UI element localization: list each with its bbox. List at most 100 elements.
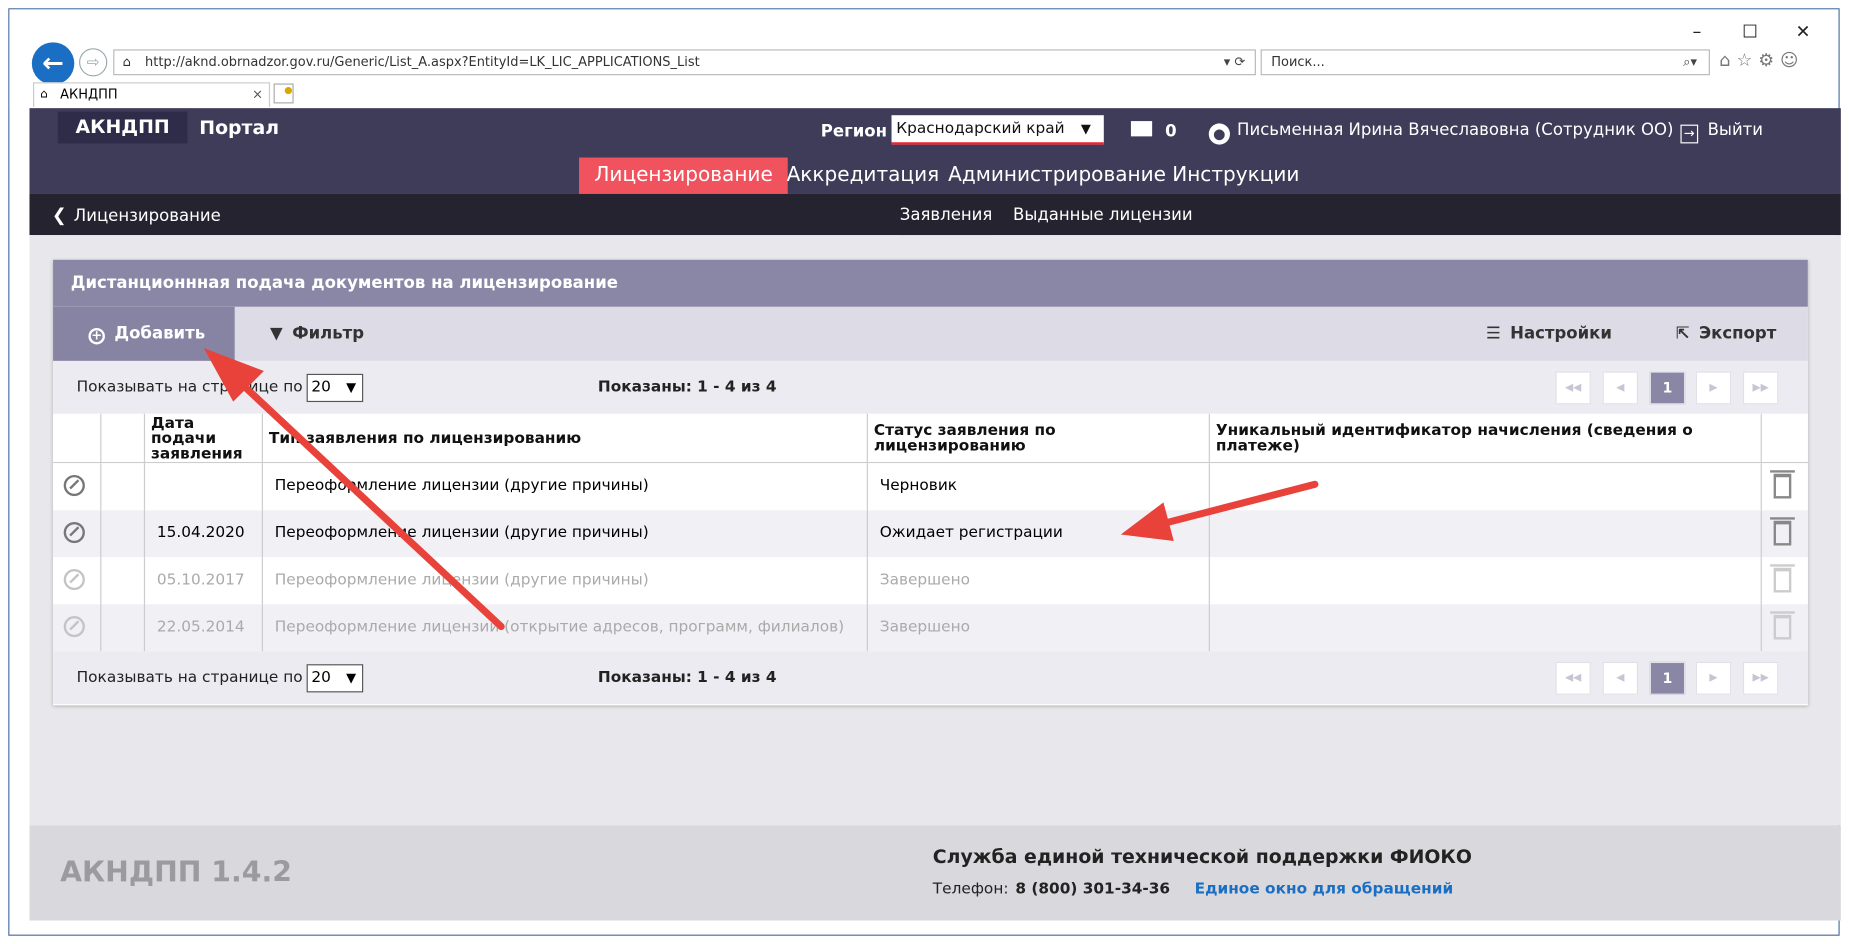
mail-icon[interactable] <box>1130 121 1153 137</box>
menu-administration[interactable]: Администрирование <box>933 158 1182 194</box>
region-select[interactable]: Краснодарский край ▼ <box>891 115 1104 145</box>
prev-page-button[interactable]: ◀ <box>1602 661 1639 695</box>
address-bar[interactable]: ⌂ http://aknd.obrnadzor.gov.ru/Generic/L… <box>113 49 1256 76</box>
cell-date: 05.10.2017 <box>145 557 263 605</box>
cell-date: 15.04.2020 <box>145 510 263 558</box>
tab-favicon-icon: ⌂ <box>40 88 48 102</box>
col-date[interactable]: Дата подачи заявления <box>145 413 263 464</box>
cell-type: Переоформление лицензии (другие причины) <box>263 557 868 605</box>
panel-toolbar: + Добавить ▼ Фильтр ☰ Настройки ⇱ Экспорт <box>53 306 1808 361</box>
export-button[interactable]: ⇱ Экспорт <box>1676 307 1777 361</box>
mail-count[interactable]: 0 <box>1165 120 1176 144</box>
edit-icon[interactable] <box>63 616 85 638</box>
cell-icon <box>101 604 146 652</box>
edit-icon[interactable] <box>63 521 85 544</box>
browser-search-input[interactable]: Поиск... ⌕▾ <box>1260 49 1710 76</box>
cell-status: Ожидает регистрации <box>868 510 1210 558</box>
cell-uin <box>1210 463 1762 511</box>
browser-window: – ☐ ✕ ← ⇨ ⌂ http://aknd.obrnadzor.gov.ru… <box>8 8 1841 936</box>
user-name: Письменная Ирина Вячеславовна (Сотрудник… <box>1237 121 1674 140</box>
user-profile[interactable]: ● Письменная Ирина Вячеславовна (Сотрудни… <box>1208 118 1674 145</box>
minimize-button[interactable]: – <box>1679 21 1714 42</box>
browser-chrome: – ☐ ✕ ← ⇨ ⌂ http://aknd.obrnadzor.gov.ru… <box>9 9 1839 109</box>
portal-header: АКНДПП Портал Регион Краснодарский край … <box>29 108 1841 194</box>
filter-button[interactable]: ▼ Фильтр <box>270 307 364 361</box>
menu-accreditation[interactable]: Аккредитация <box>771 158 954 194</box>
cell-action <box>53 604 102 652</box>
close-window-button[interactable]: ✕ <box>1785 21 1820 42</box>
table-row[interactable]: e✺ 15.04.2020 Переоформление лицензии (д… <box>53 510 1808 558</box>
back-arrow-icon[interactable]: ← <box>31 42 75 85</box>
col-delete <box>1762 414 1808 463</box>
cell-action <box>53 557 102 605</box>
filter-icon: ▼ <box>270 324 283 344</box>
pagination-bottom: Показывать на странице по 20 ▼ Показаны: … <box>53 651 1808 705</box>
prev-page-button[interactable]: ◀ <box>1602 371 1639 405</box>
address-dropdown-icon[interactable]: ▾ ⟳ <box>1224 51 1246 75</box>
shown-count: Показаны: 1 - 4 из 4 <box>597 668 777 687</box>
trash-icon[interactable] <box>1770 470 1795 499</box>
region-label: Регион <box>820 122 888 142</box>
url-text: http://aknd.obrnadzor.gov.ru/Generic/Lis… <box>145 54 700 70</box>
tab-close-icon[interactable]: × <box>252 83 263 107</box>
cell-status: Завершено <box>868 557 1210 605</box>
user-icon: ● <box>1208 123 1230 145</box>
applications-panel: Дистанционнная подача документов на лице… <box>53 259 1808 706</box>
trash-icon[interactable] <box>1770 564 1795 593</box>
cell-uin <box>1210 604 1762 652</box>
col-type[interactable]: Тип заявления по лицензированию <box>263 413 868 464</box>
cell-action <box>53 463 102 511</box>
trash-icon[interactable] <box>1770 611 1795 640</box>
single-window-link[interactable]: Единое окно для обращений <box>1195 879 1454 900</box>
table-row[interactable]: 22.05.2014 Переоформление лицензии (откр… <box>53 604 1808 652</box>
last-page-button[interactable]: ▶▶ <box>1742 371 1779 405</box>
next-page-button[interactable]: ▶ <box>1695 371 1732 405</box>
new-tab-icon[interactable]: ● <box>273 83 294 104</box>
menu-instructions[interactable]: Инструкции <box>1157 158 1315 194</box>
trash-icon[interactable] <box>1770 517 1795 546</box>
per-page-select[interactable]: 20 ▼ <box>306 373 364 403</box>
tab-applications[interactable]: Заявления <box>899 203 993 239</box>
back-label: Лицензирование <box>73 206 221 226</box>
current-page[interactable]: 1 <box>1649 371 1686 405</box>
chevron-down-icon: ▼ <box>346 379 357 395</box>
cell-uin <box>1210 557 1762 605</box>
per-page-label: Показывать на странице по <box>76 668 303 687</box>
last-page-button[interactable]: ▶▶ <box>1742 661 1779 695</box>
site-icon: ⌂ <box>122 54 131 70</box>
edit-icon[interactable] <box>63 474 85 497</box>
col-uin[interactable]: Уникальный идентификатор начисления (све… <box>1210 413 1762 464</box>
logo[interactable]: АКНДПП <box>57 111 188 144</box>
portal-link[interactable]: Портал <box>199 113 279 144</box>
browser-toolbar-icons[interactable]: ⌂☆⚙☺ <box>1719 49 1804 70</box>
edit-icon[interactable] <box>63 568 85 591</box>
back-link[interactable]: ❮ Лицензирование <box>52 203 221 228</box>
cell-type: Переоформление лицензии (другие причины) <box>263 463 868 511</box>
tab-title: АКНДПП <box>60 86 118 103</box>
first-page-button[interactable]: ◀◀ <box>1555 371 1591 405</box>
menu-licensing[interactable]: Лицензирование <box>579 157 789 194</box>
search-icon[interactable]: ⌕▾ <box>1683 51 1697 75</box>
list-icon: ☰ <box>1485 324 1501 344</box>
phone-label: Телефон: <box>932 880 1009 899</box>
per-page-select[interactable]: 20 ▼ <box>306 664 364 693</box>
first-page-button[interactable]: ◀◀ <box>1555 661 1591 695</box>
col-status[interactable]: Статус заявления по лицензированию <box>868 413 1210 464</box>
current-page[interactable]: 1 <box>1649 661 1686 695</box>
add-button[interactable]: + Добавить <box>53 306 235 361</box>
cell-action <box>53 510 102 558</box>
browser-tab[interactable]: ⌂ АКНДПП × <box>33 82 271 107</box>
tab-issued-licenses[interactable]: Выданные лицензии <box>1013 203 1193 235</box>
logout-icon: → <box>1680 124 1699 144</box>
table-row[interactable]: 05.10.2017 Переоформление лицензии (друг… <box>53 557 1808 605</box>
logout-button[interactable]: → Выйти <box>1680 118 1763 144</box>
maximize-button[interactable]: ☐ <box>1732 21 1767 42</box>
settings-label: Настройки <box>1510 324 1612 344</box>
per-page-label: Показывать на странице по <box>76 378 303 397</box>
table-header: Дата подачи заявления Тип заявления по л… <box>53 413 1808 464</box>
table-row[interactable]: e Переоформление лицензии (другие причин… <box>53 463 1808 511</box>
cell-type: Переоформление лицензии (открытие адресо… <box>263 604 868 652</box>
next-page-button[interactable]: ▶ <box>1695 661 1732 695</box>
settings-button[interactable]: ☰ Настройки <box>1486 307 1612 361</box>
forward-arrow-icon[interactable]: ⇨ <box>79 48 108 77</box>
